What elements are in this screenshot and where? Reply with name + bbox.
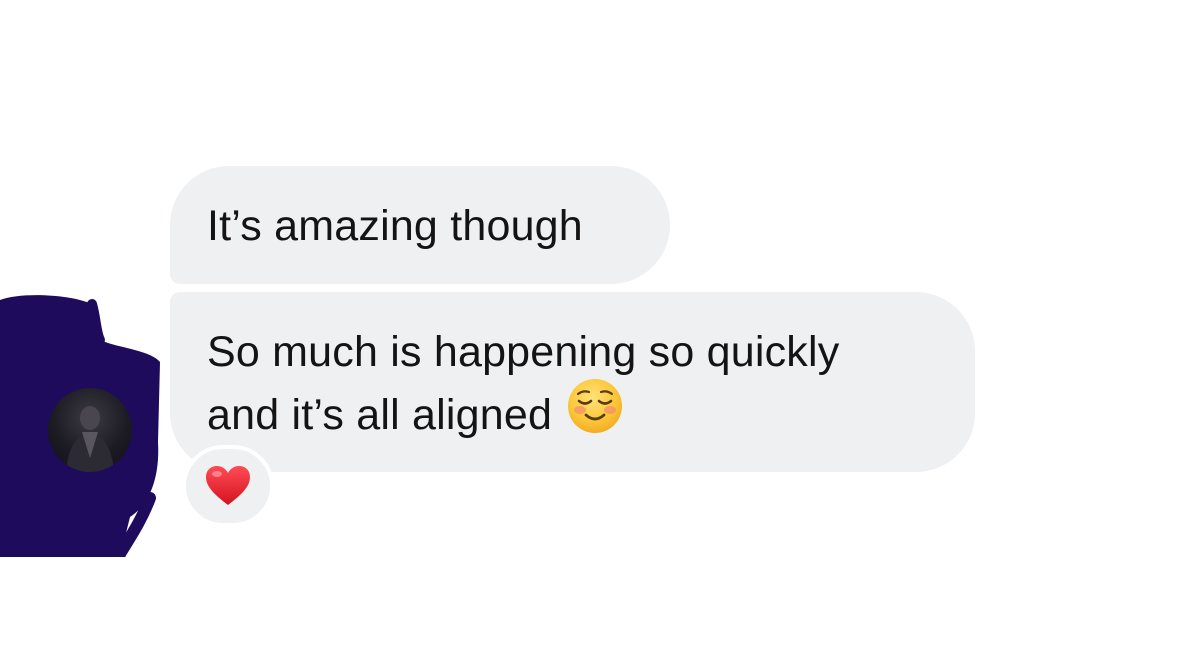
avatar[interactable]	[48, 388, 132, 472]
chat-thread: It’s amazing though So much is happening…	[0, 0, 1179, 658]
message-text-line: and it’s all aligned	[207, 379, 945, 454]
smiling-face-icon	[566, 377, 624, 450]
message-text: and it’s all aligned	[207, 390, 553, 439]
avatar-image	[66, 406, 114, 472]
message-text: So much is happening so quickly	[207, 328, 840, 376]
message-bubble[interactable]: So much is happening so quickly and it’s…	[170, 292, 975, 472]
heart-icon	[206, 466, 250, 505]
message-bubble[interactable]: It’s amazing though	[170, 166, 670, 284]
reaction-badge[interactable]	[182, 445, 274, 527]
message-text: It’s amazing though	[207, 202, 583, 250]
